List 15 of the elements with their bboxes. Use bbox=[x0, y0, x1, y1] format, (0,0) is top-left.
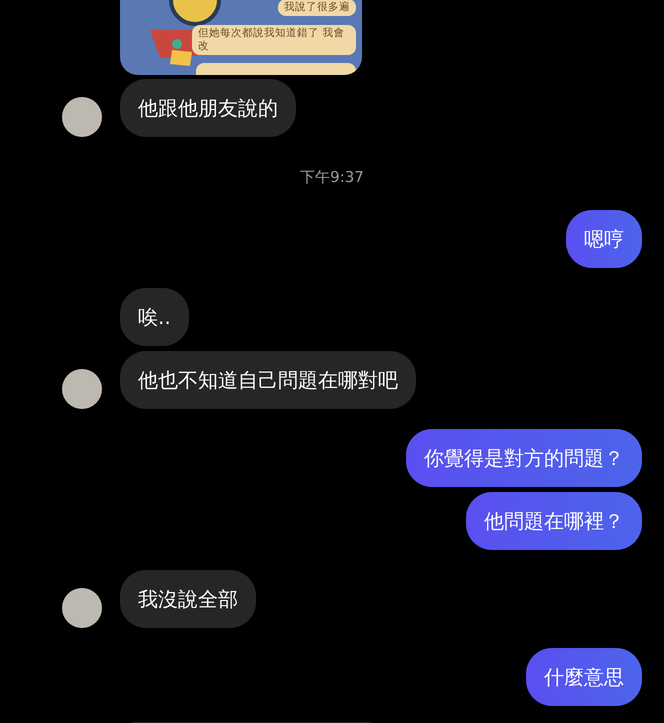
message-bubble: 他也不知道自己問題在哪對吧 bbox=[120, 351, 416, 409]
avatar[interactable] bbox=[62, 369, 102, 409]
message-bubble: 什麼意思 bbox=[526, 648, 642, 706]
avatar[interactable] bbox=[62, 588, 102, 628]
chat-bubble: 但她每次都說我知道錯了 我會改 bbox=[192, 25, 356, 55]
shared-screenshot[interactable]: 我說了很多遍 但她每次都說我知道錯了 我會改 bbox=[120, 0, 362, 75]
message-bubble: 我沒說全部 bbox=[120, 570, 256, 628]
chat-bubble: 我說了很多遍 bbox=[278, 0, 356, 16]
timestamp: 下午9:37 bbox=[300, 168, 364, 186]
message-bubble: 嗯哼 bbox=[566, 210, 642, 268]
message-bubble: 你覺得是對方的問題？ bbox=[406, 429, 642, 487]
message-bubble: 他問題在哪裡？ bbox=[466, 492, 642, 550]
avatar[interactable] bbox=[62, 97, 102, 137]
message-bubble: 唉.. bbox=[120, 288, 189, 346]
message-bubble: 他跟他朋友說的 bbox=[120, 79, 296, 137]
